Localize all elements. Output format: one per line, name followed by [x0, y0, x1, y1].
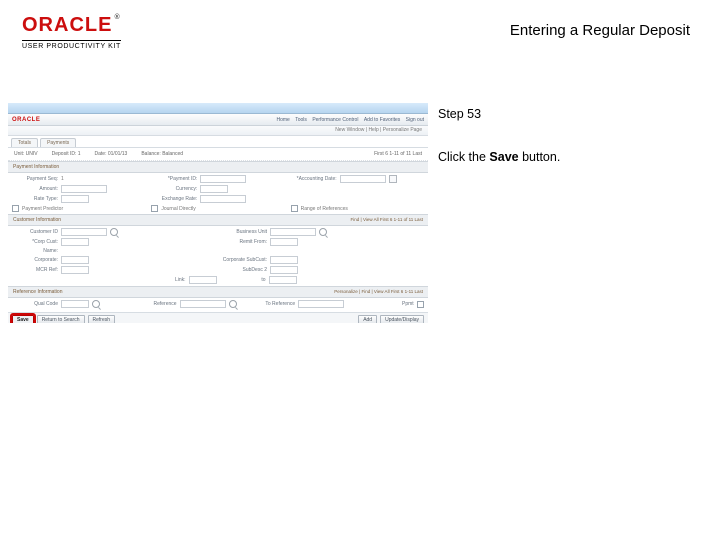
- subdesc2-input[interactable]: [270, 266, 298, 274]
- business-unit-input[interactable]: [270, 228, 316, 236]
- tab-payments[interactable]: Payments: [40, 138, 76, 147]
- corp-cust-input[interactable]: [61, 238, 89, 246]
- lookup-icon[interactable]: [319, 228, 327, 236]
- remit-from-input[interactable]: [270, 238, 298, 246]
- accounting-date-input[interactable]: [340, 175, 386, 183]
- app-screenshot: ORACLE Home Tools Performance Control Ad…: [8, 103, 428, 323]
- link-input[interactable]: [189, 276, 217, 284]
- customer-info-header: Customer Information Find | View All Fir…: [8, 214, 428, 226]
- lookup-icon[interactable]: [229, 300, 237, 308]
- update-display-button[interactable]: Update/Display: [380, 315, 424, 323]
- payment-id-input[interactable]: [200, 175, 246, 183]
- upk-subtitle: USER PRODUCTIVITY KIT: [22, 40, 121, 50]
- tab-totals[interactable]: Totals: [11, 138, 38, 147]
- lookup-icon[interactable]: [110, 228, 118, 236]
- reference-info-header: Reference Information Personalize | Find…: [8, 286, 428, 298]
- summary-row: Unit: UNIV Deposit ID: 1 Date: 01/01/13 …: [8, 148, 428, 161]
- step-text: Click the Save button.: [438, 148, 560, 167]
- payment-info-header: Payment Information: [8, 161, 428, 173]
- ppmt-checkbox[interactable]: [417, 301, 424, 308]
- exchange-rate-input[interactable]: [200, 195, 246, 203]
- customer-id-input[interactable]: [61, 228, 107, 236]
- amount-input[interactable]: [61, 185, 107, 193]
- payment-predictor-checkbox[interactable]: [12, 205, 19, 212]
- add-button[interactable]: Add: [358, 315, 377, 323]
- save-button[interactable]: Save: [12, 315, 34, 323]
- corporate-subcust-input[interactable]: [270, 256, 298, 264]
- oracle-logo: ORACLE®: [22, 14, 121, 36]
- page-title: Entering a Regular Deposit: [510, 22, 690, 39]
- range-of-references-checkbox[interactable]: [291, 205, 298, 212]
- instruction-panel: Step 53 Click the Save button.: [438, 105, 560, 167]
- currency-input[interactable]: [200, 185, 228, 193]
- journal-directly-checkbox[interactable]: [151, 205, 158, 212]
- to-reference-input[interactable]: [298, 300, 344, 308]
- top-links: Home Tools Performance Control Add to Fa…: [273, 117, 425, 123]
- lookup-icon[interactable]: [92, 300, 100, 308]
- sub-links: New Window | Help | Personalize Page: [8, 126, 428, 136]
- step-label: Step 53: [438, 105, 560, 124]
- mini-oracle-logo: ORACLE: [12, 117, 40, 123]
- qual-code-input[interactable]: [61, 300, 89, 308]
- return-to-search-button[interactable]: Return to Search: [37, 315, 85, 323]
- calendar-icon[interactable]: [389, 175, 397, 183]
- corporate-input[interactable]: [61, 256, 89, 264]
- refresh-button[interactable]: Refresh: [88, 315, 116, 323]
- link-to-input[interactable]: [269, 276, 297, 284]
- mcr-ref-input[interactable]: [61, 266, 89, 274]
- breadcrumb-bar: [8, 103, 428, 114]
- reference-input[interactable]: [180, 300, 226, 308]
- rate-type-input[interactable]: [61, 195, 89, 203]
